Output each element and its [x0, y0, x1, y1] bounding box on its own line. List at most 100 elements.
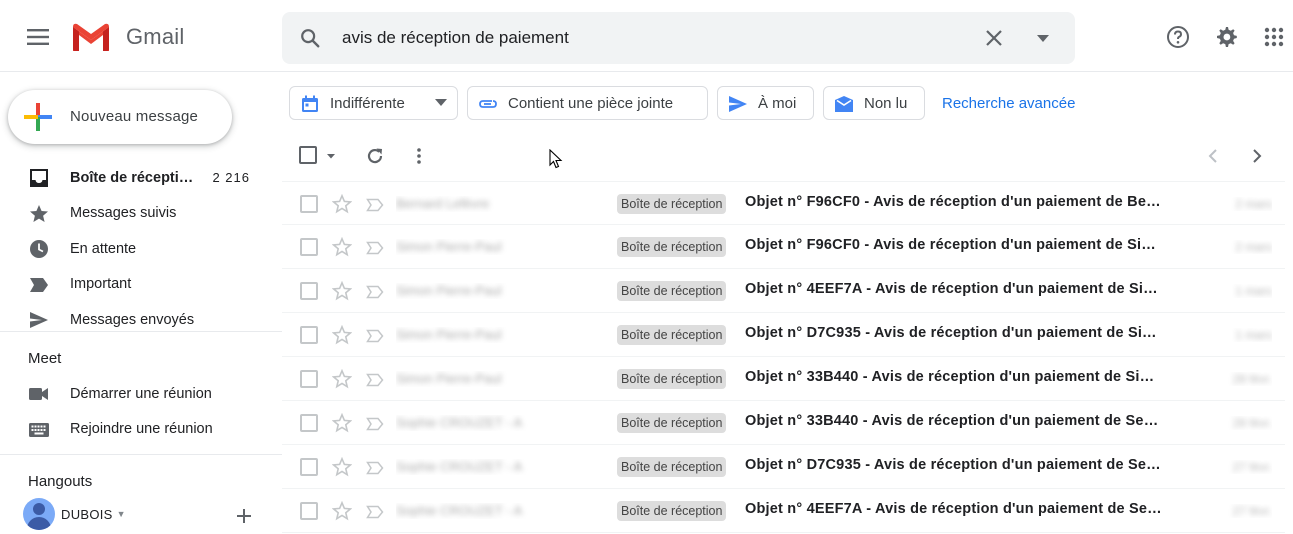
help-button[interactable] [1159, 18, 1197, 56]
star-toggle-icon[interactable] [331, 456, 353, 478]
main-menu-button[interactable] [19, 18, 57, 56]
hangouts-user[interactable]: DUBOIS ▼ [23, 498, 126, 530]
chip-label: À moi [758, 95, 797, 112]
star-toggle-icon[interactable] [331, 193, 353, 215]
sidebar-nav: Boîte de récepti… 2 216 Messages suivis … [0, 160, 282, 338]
join-meeting-item[interactable]: Rejoindre une réunion [0, 412, 282, 448]
gmail-logo[interactable]: Gmail [70, 20, 184, 54]
clock-icon [28, 238, 50, 260]
inbox-label-badge[interactable]: Boîte de réception [617, 501, 727, 521]
sidebar-item-label: Messages envoyés [70, 311, 195, 328]
search-input[interactable] [342, 22, 962, 54]
start-meeting-item[interactable]: Démarrer une réunion [0, 376, 282, 412]
inbox-label-badge[interactable]: Boîte de réception [617, 325, 727, 345]
caret-down-icon [435, 99, 447, 106]
mouse-cursor-icon [549, 149, 563, 169]
hangouts-section-title: Hangouts [28, 473, 93, 490]
email-sender: Simon Pierre-Paul [396, 371, 502, 386]
unread-filter-chip[interactable]: Non lu [823, 86, 925, 120]
sidebar-item-starred[interactable]: Messages suivis [0, 196, 282, 232]
more-actions-button[interactable] [407, 144, 431, 168]
email-date: 28 févr. [1232, 416, 1272, 430]
compose-label: Nouveau message [70, 108, 199, 125]
search-icon [301, 29, 320, 48]
email-row[interactable]: Sophie CROUZET - A Boîte de réception Ob… [282, 445, 1285, 489]
next-page-button[interactable] [1245, 144, 1269, 168]
refresh-button[interactable] [363, 144, 387, 168]
sidebar-item-label: Boîte de récepti… [70, 169, 194, 186]
chevron-right-icon [1253, 149, 1262, 163]
select-options-caret-icon[interactable] [324, 149, 338, 163]
add-hangout-button[interactable] [233, 505, 255, 527]
importance-marker-icon[interactable] [364, 325, 386, 347]
previous-page-button[interactable] [1201, 144, 1225, 168]
google-apps-button[interactable] [1255, 18, 1293, 56]
attachment-filter-chip[interactable]: Contient une pièce jointe [467, 86, 708, 120]
row-checkbox[interactable] [300, 458, 318, 476]
importance-marker-icon[interactable] [364, 194, 386, 216]
caret-down-icon: ▼ [116, 509, 126, 519]
date-filter-chip[interactable]: Indifférente [289, 86, 458, 120]
email-row[interactable]: Simon Pierre-Paul Boîte de réception Obj… [282, 269, 1285, 313]
to-me-filter-chip[interactable]: À moi [717, 86, 814, 120]
row-checkbox[interactable] [300, 238, 318, 256]
email-subject: Objet n° F96CF0 - Avis de réception d'un… [745, 194, 1165, 210]
inbox-label-badge[interactable]: Boîte de réception [617, 237, 727, 257]
star-toggle-icon[interactable] [331, 500, 353, 522]
row-checkbox[interactable] [300, 370, 318, 388]
email-subject: Objet n° F96CF0 - Avis de réception d'un… [745, 237, 1156, 253]
plus-icon [237, 509, 251, 523]
sidebar-item-important[interactable]: Important [0, 267, 282, 303]
inbox-label-badge[interactable]: Boîte de réception [617, 457, 727, 477]
importance-marker-icon[interactable] [364, 457, 386, 479]
importance-marker-icon[interactable] [364, 369, 386, 391]
importance-marker-icon[interactable] [364, 237, 386, 259]
more-vertical-icon [417, 148, 421, 164]
importance-marker-icon[interactable] [364, 501, 386, 523]
email-subject: Objet n° 33B440 - Avis de réception d'un… [745, 413, 1159, 429]
inbox-label-badge[interactable]: Boîte de réception [617, 194, 727, 214]
email-subject: Objet n° D7C935 - Avis de réception d'un… [745, 325, 1157, 341]
star-toggle-icon[interactable] [331, 280, 353, 302]
chip-label: Contient une pièce jointe [508, 95, 674, 112]
email-list: Bernard Lefèvre Boîte de réception Objet… [282, 181, 1285, 533]
email-row[interactable]: Sophie CROUZET - A Boîte de réception Ob… [282, 489, 1285, 533]
select-all-checkbox[interactable] [299, 146, 319, 166]
top-bar: Gmail [0, 0, 1293, 72]
importance-marker-icon[interactable] [364, 413, 386, 435]
help-icon [1167, 26, 1189, 48]
email-row[interactable]: Sophie CROUZET - A Boîte de réception Ob… [282, 401, 1285, 445]
row-checkbox[interactable] [300, 282, 318, 300]
email-row[interactable]: Bernard Lefèvre Boîte de réception Objet… [282, 181, 1285, 225]
email-row[interactable]: Simon Pierre-Paul Boîte de réception Obj… [282, 357, 1285, 401]
search-options-button[interactable] [1027, 22, 1059, 54]
row-checkbox[interactable] [300, 502, 318, 520]
email-subject: Objet n° 33B440 - Avis de réception d'un… [745, 369, 1155, 385]
sidebar-item-snoozed[interactable]: En attente [0, 231, 282, 267]
settings-button[interactable] [1207, 18, 1245, 56]
importance-marker-icon[interactable] [364, 281, 386, 303]
compose-button[interactable]: Nouveau message [8, 90, 232, 144]
star-toggle-icon[interactable] [331, 324, 353, 346]
inbox-label-badge[interactable]: Boîte de réception [617, 369, 727, 389]
clear-search-button[interactable] [978, 22, 1010, 54]
sidebar-item-inbox[interactable]: Boîte de récepti… 2 216 [0, 160, 282, 196]
star-toggle-icon[interactable] [331, 412, 353, 434]
email-row[interactable]: Simon Pierre-Paul Boîte de réception Obj… [282, 313, 1285, 357]
advanced-search-link[interactable]: Recherche avancée [942, 95, 1075, 112]
calendar-icon [300, 94, 320, 114]
email-subject: Objet n° 4EEF7A - Avis de réception d'un… [745, 281, 1158, 297]
email-row[interactable]: Simon Pierre-Paul Boîte de réception Obj… [282, 225, 1285, 269]
star-toggle-icon[interactable] [331, 236, 353, 258]
send-icon [28, 309, 50, 331]
email-sender: Bernard Lefèvre [396, 196, 490, 211]
search-button[interactable] [296, 24, 324, 52]
inbox-label-badge[interactable]: Boîte de réception [617, 281, 727, 301]
sidebar-item-sent[interactable]: Messages envoyés [0, 302, 282, 338]
row-checkbox[interactable] [300, 326, 318, 344]
row-checkbox[interactable] [300, 414, 318, 432]
video-camera-icon [28, 383, 50, 405]
row-checkbox[interactable] [300, 195, 318, 213]
inbox-label-badge[interactable]: Boîte de réception [617, 413, 727, 433]
star-toggle-icon[interactable] [331, 368, 353, 390]
